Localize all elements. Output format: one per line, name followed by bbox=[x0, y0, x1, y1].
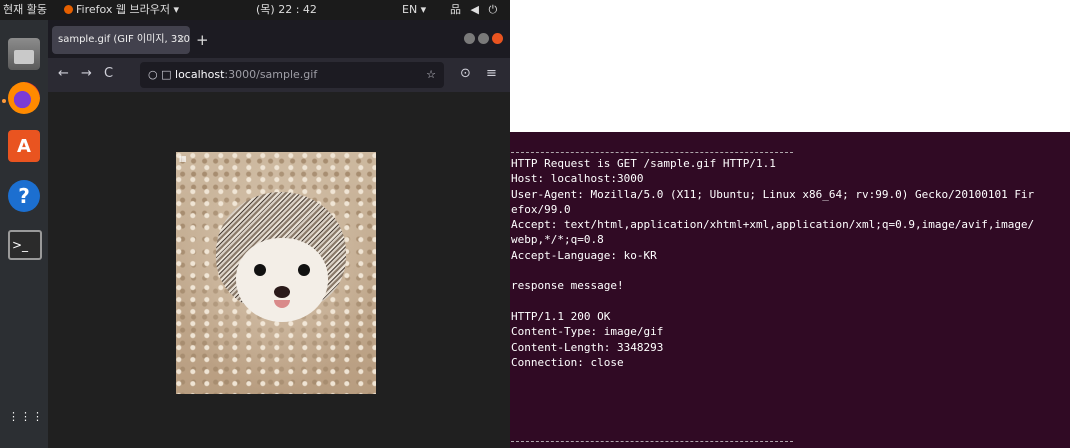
page-icon: □ bbox=[161, 68, 172, 81]
hedgehog-right-eye bbox=[298, 264, 310, 276]
hedgehog-mouth bbox=[274, 300, 290, 308]
close-window-button[interactable] bbox=[492, 33, 503, 44]
hedgehog-left-eye bbox=[254, 264, 266, 276]
tab-close-icon[interactable]: × bbox=[177, 26, 185, 54]
terminal-line: User-Agent: Mozilla/5.0 (X11; Ubuntu; Li… bbox=[511, 187, 1035, 201]
back-button[interactable]: ← bbox=[58, 66, 69, 81]
firefox-window: sample.gif (GIF 이미지, 320×3 × + ← → C ○ □… bbox=[48, 20, 510, 448]
active-app-indicator bbox=[2, 99, 6, 103]
url-path: :3000/sample.gif bbox=[224, 68, 318, 81]
menu-icon[interactable]: ≡ bbox=[486, 66, 497, 81]
page-viewport: ▦ bbox=[48, 92, 510, 448]
terminal-output: ========================================… bbox=[510, 132, 1070, 448]
terminal-line: HTTP/1.1 200 OK bbox=[511, 309, 611, 323]
bookmark-star-icon[interactable]: ☆ bbox=[426, 62, 436, 88]
hedgehog-face bbox=[236, 238, 328, 322]
top-panel: 현재 활동 Firefox 웹 브라우저 ▾ (목) 22 : 42 EN ▾ … bbox=[0, 0, 510, 36]
firefox-icon bbox=[64, 5, 73, 14]
ubuntu-desktop-screenshot: 현재 활동 Firefox 웹 브라우저 ▾ (목) 22 : 42 EN ▾ … bbox=[0, 0, 510, 448]
hedgehog-nose bbox=[274, 286, 290, 298]
url-bar[interactable]: ○ □ localhost:3000/sample.gif ☆ bbox=[140, 62, 444, 88]
url-host: localhost bbox=[175, 68, 225, 81]
shield-icon[interactable]: ○ bbox=[148, 68, 158, 81]
software-store-icon[interactable]: A bbox=[8, 130, 40, 162]
new-tab-button[interactable]: + bbox=[196, 26, 209, 54]
minimize-button[interactable] bbox=[464, 33, 475, 44]
navigation-toolbar: ← → C ○ □ localhost:3000/sample.gif ☆ ⊙ … bbox=[48, 58, 510, 92]
terminal-text: HTTP Request is GET /sample.gif HTTP/1.1… bbox=[511, 156, 1034, 370]
tab-strip: sample.gif (GIF 이미지, 320×3 × + bbox=[48, 20, 510, 58]
terminal-line: Accept-Language: ko-KR bbox=[511, 248, 657, 262]
terminal-icon[interactable]: >_ bbox=[8, 230, 42, 260]
reload-button[interactable]: C bbox=[104, 66, 113, 81]
separator-top bbox=[511, 152, 793, 153]
forward-button[interactable]: → bbox=[81, 66, 92, 81]
tab-sample-gif[interactable]: sample.gif (GIF 이미지, 320×3 × bbox=[52, 26, 190, 54]
terminal-line: Content-Type: image/gif bbox=[511, 325, 664, 339]
corner-mark-icon: ▦ bbox=[179, 154, 187, 163]
terminal-line: response message! bbox=[511, 279, 624, 293]
separator-bottom bbox=[511, 441, 793, 442]
app-menu[interactable]: Firefox 웹 브라우저 ▾ bbox=[64, 0, 179, 20]
terminal-line: Host: localhost:3000 bbox=[511, 172, 644, 186]
hedgehog-gif-image: ▦ bbox=[176, 152, 376, 394]
firefox-icon[interactable] bbox=[8, 82, 40, 114]
maximize-button[interactable] bbox=[478, 33, 489, 44]
language-indicator[interactable]: EN ▾ bbox=[402, 0, 426, 20]
help-icon[interactable]: ? bbox=[8, 180, 40, 212]
terminal-line: HTTP Request is GET /sample.gif HTTP/1.1 bbox=[511, 157, 776, 170]
terminal-line: webp,*/*;q=0.8 bbox=[511, 233, 604, 247]
tab-title: sample.gif (GIF 이미지, 320×3 bbox=[58, 34, 190, 45]
dock: A ? >_ ⋮⋮⋮ bbox=[0, 20, 48, 448]
activities-button[interactable]: 현재 활동 bbox=[3, 0, 47, 20]
clock[interactable]: (목) 22 : 42 bbox=[256, 0, 317, 20]
pocket-icon[interactable]: ⊙ bbox=[460, 66, 471, 81]
app-menu-label: Firefox 웹 브라우저 ▾ bbox=[76, 3, 180, 16]
hedgehog bbox=[216, 192, 346, 332]
terminal-line: Accept: text/html,application/xhtml+xml,… bbox=[511, 218, 1035, 232]
terminal-line: efox/99.0 bbox=[511, 202, 571, 216]
terminal-line: Connection: close bbox=[511, 355, 624, 369]
show-applications-icon[interactable]: ⋮⋮⋮ bbox=[8, 411, 43, 444]
terminal-line: Content-Length: 3348293 bbox=[511, 340, 664, 354]
files-icon[interactable] bbox=[8, 38, 40, 70]
